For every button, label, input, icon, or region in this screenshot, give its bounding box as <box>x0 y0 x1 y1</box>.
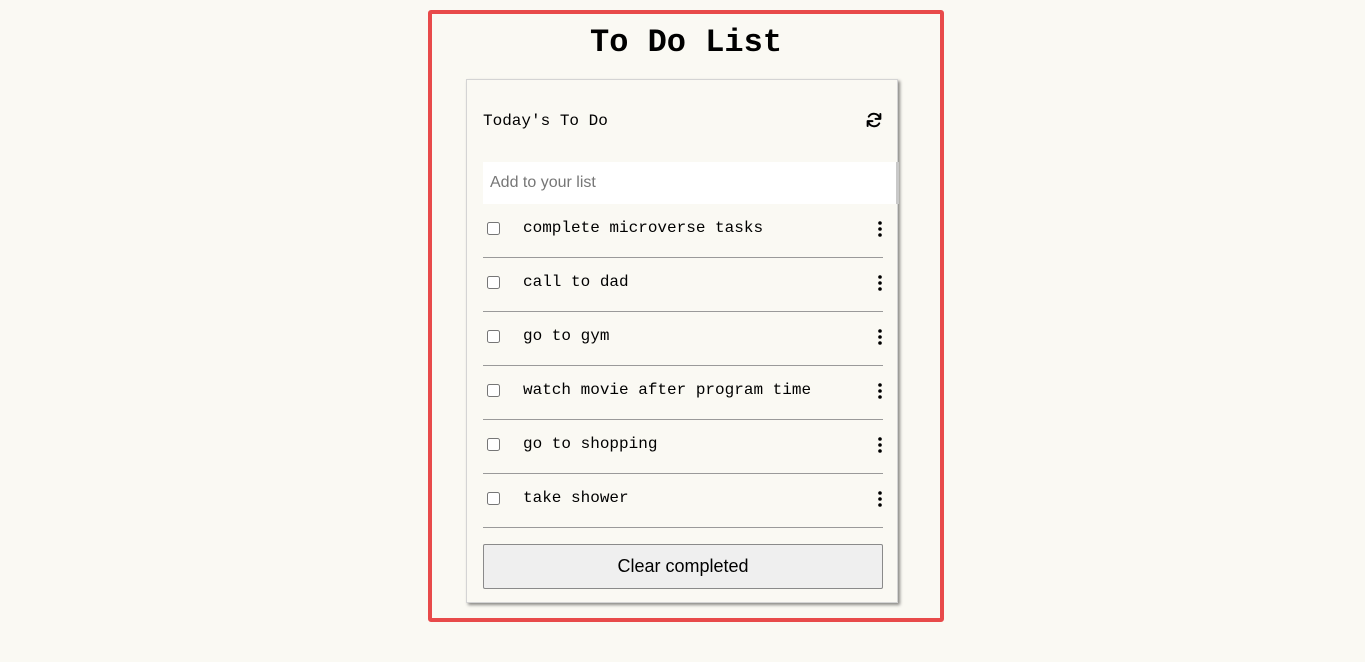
todo-checkbox[interactable] <box>487 384 500 397</box>
todo-item: go to shopping <box>483 420 883 474</box>
todo-text[interactable]: go to shopping <box>523 433 657 455</box>
refresh-icon[interactable] <box>865 111 883 129</box>
todo-item: go to gym <box>483 312 883 366</box>
more-vertical-icon[interactable] <box>877 490 883 508</box>
more-vertical-icon[interactable] <box>877 382 883 400</box>
page-title: To Do List <box>589 24 783 61</box>
todo-checkbox[interactable] <box>487 330 500 343</box>
todo-text[interactable]: call to dad <box>523 271 629 293</box>
todo-checkbox[interactable] <box>487 438 500 451</box>
todo-text[interactable]: take shower <box>523 487 629 509</box>
card-header: Today's To Do <box>483 110 883 132</box>
todo-text[interactable]: go to gym <box>523 325 609 347</box>
more-vertical-icon[interactable] <box>877 328 883 346</box>
todo-item: watch movie after program time <box>483 366 883 420</box>
card-title: Today's To Do <box>483 112 608 130</box>
todo-checkbox[interactable] <box>487 492 500 505</box>
app-frame: To Do List Today's To Do complete microv… <box>428 10 944 622</box>
clear-completed-button[interactable]: Clear completed <box>483 544 883 589</box>
todo-checkbox[interactable] <box>487 222 500 235</box>
todo-text[interactable]: complete microverse tasks <box>523 217 763 239</box>
todo-item: take shower <box>483 474 883 528</box>
add-todo-input[interactable] <box>483 162 899 204</box>
todo-card: Today's To Do complete microverse tasks … <box>466 79 899 603</box>
todo-text[interactable]: watch movie after program time <box>523 379 811 401</box>
todo-checkbox[interactable] <box>487 276 500 289</box>
more-vertical-icon[interactable] <box>877 274 883 292</box>
todo-item: complete microverse tasks <box>483 204 883 258</box>
todo-list: complete microverse tasks call to dad go… <box>483 204 883 528</box>
more-vertical-icon[interactable] <box>877 220 883 238</box>
more-vertical-icon[interactable] <box>877 436 883 454</box>
todo-item: call to dad <box>483 258 883 312</box>
